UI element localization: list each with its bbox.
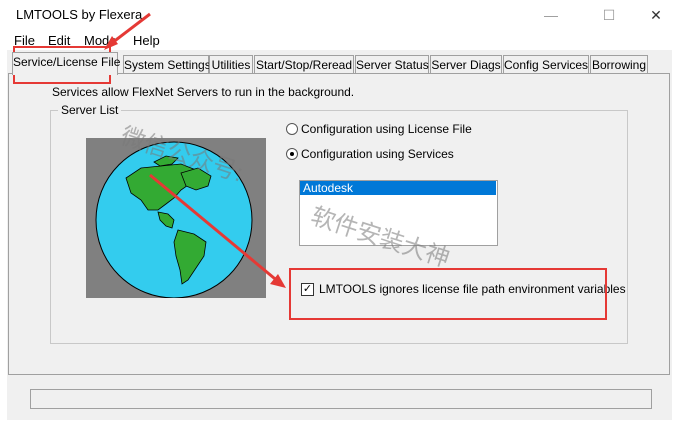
tab-service-license-file[interactable]: Service/License File: [12, 52, 120, 75]
arrow-to-checkbox: [149, 173, 281, 285]
